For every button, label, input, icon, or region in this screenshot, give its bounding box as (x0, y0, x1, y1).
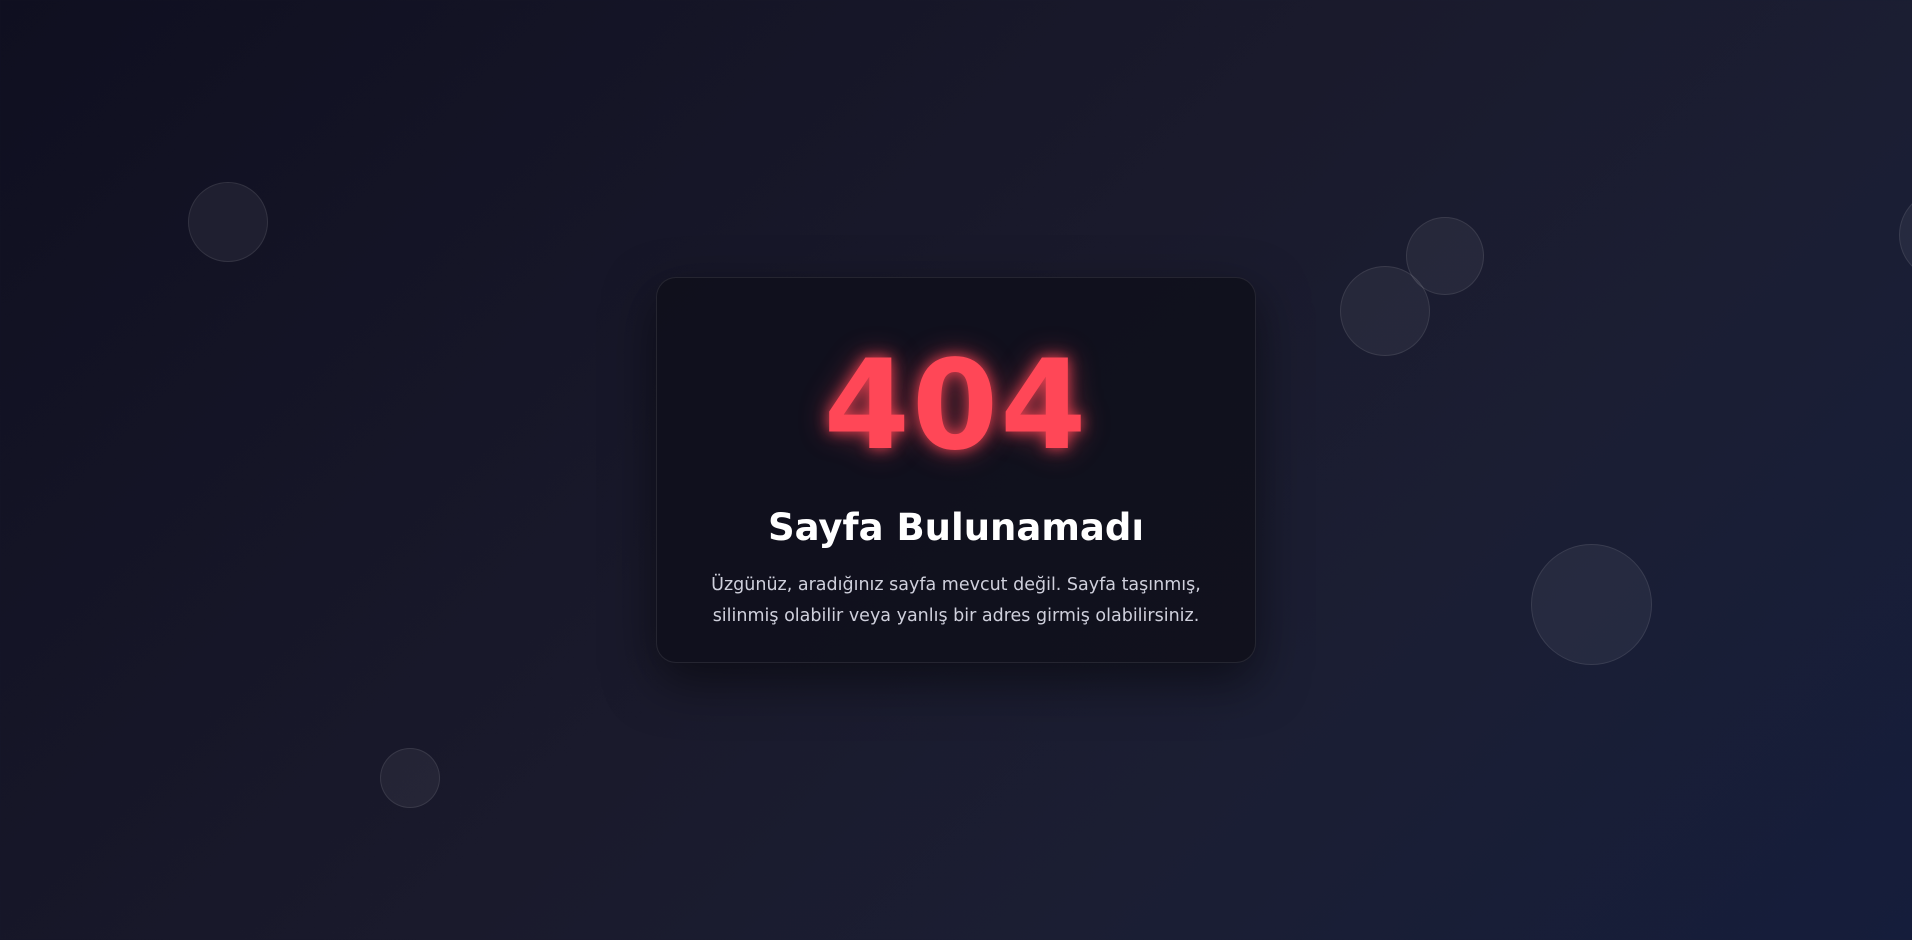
error-code: 404 (823, 334, 1089, 478)
error-card: 404 Sayfa Bulunamadı Üzgünüz, aradığınız… (656, 277, 1256, 663)
background-bubble (1340, 266, 1430, 356)
background-bubble (1899, 190, 1912, 280)
error-title: Sayfa Bulunamadı (767, 506, 1145, 549)
background-bubble (380, 748, 440, 808)
background-bubble (1531, 544, 1652, 665)
background-bubble (188, 182, 268, 262)
error-message: Üzgünüz, aradığınız sayfa mevcut değil. … (711, 575, 1201, 626)
